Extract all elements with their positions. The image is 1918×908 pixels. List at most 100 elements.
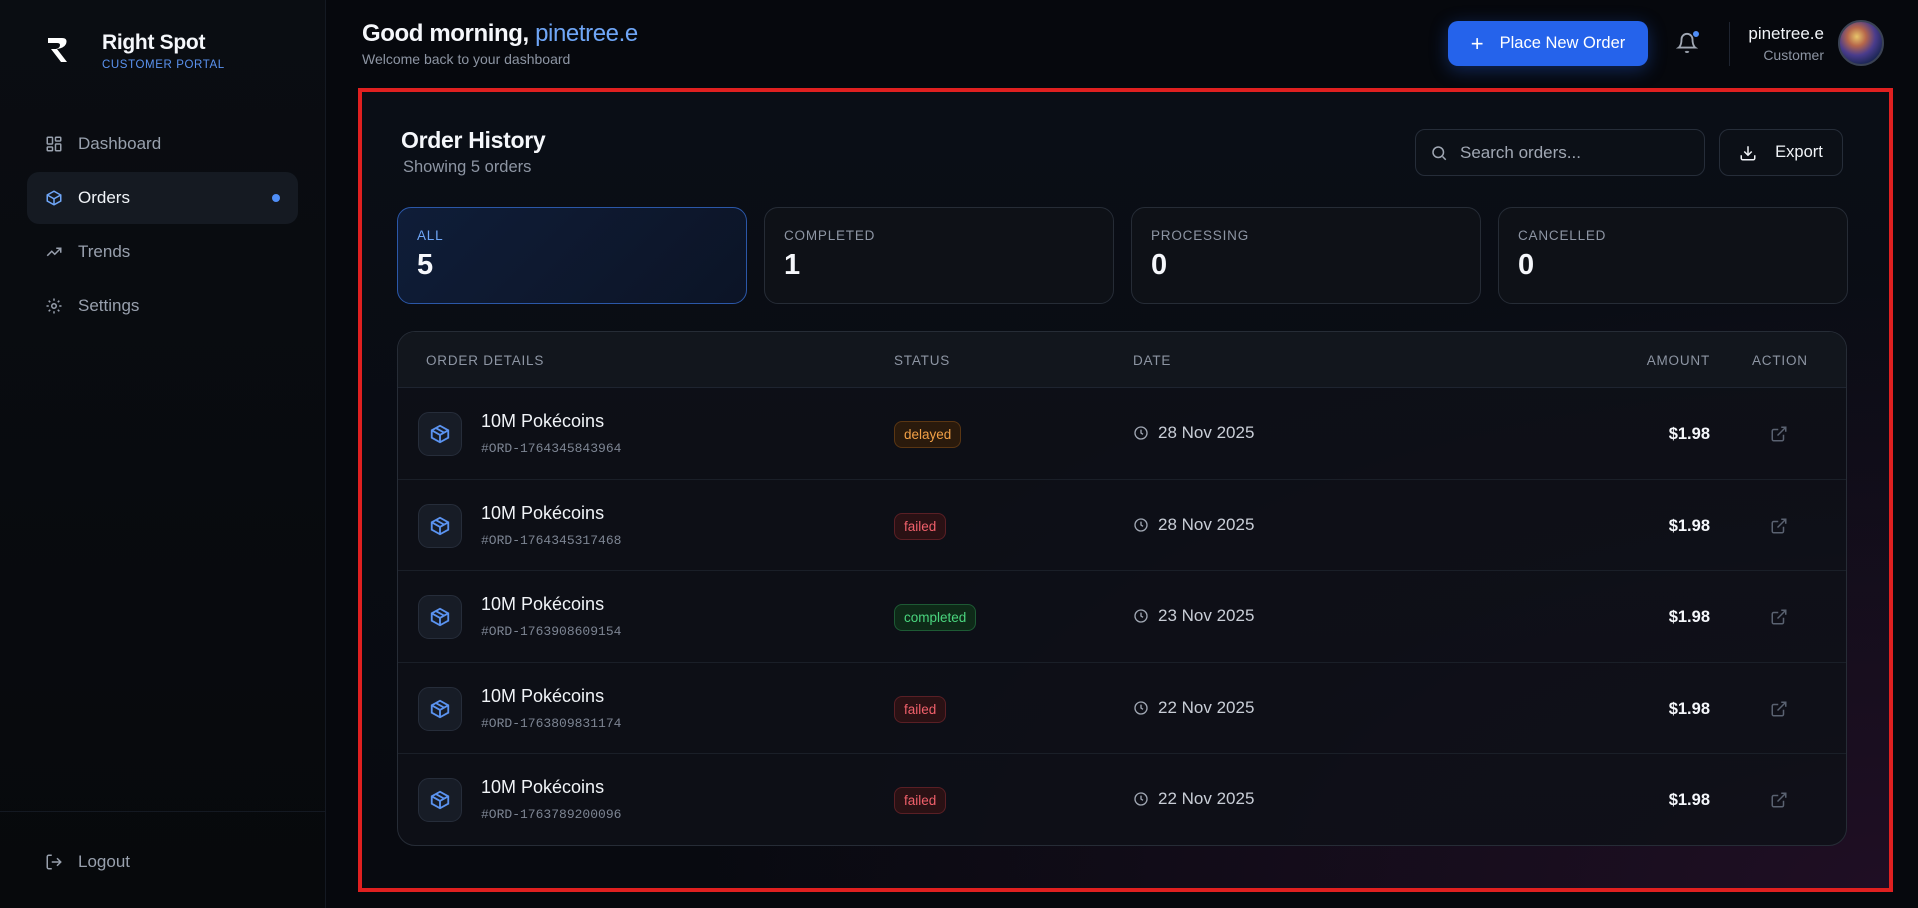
sidebar-item-trends[interactable]: Trends [27,226,298,278]
clock-icon [1134,517,1148,532]
status-badge: completed [894,604,977,631]
sidebar-item-label: Orders [78,188,130,207]
package-icon [418,686,462,731]
logout-button[interactable]: Logout [45,852,130,872]
column-header-action: ACTION [1752,353,1808,368]
clock-icon [1134,792,1148,806]
sidebar-nav: Dashboard Orders Trends Settings [27,118,298,334]
logout-label: Logout [78,852,130,871]
external-link-icon[interactable] [1770,425,1788,443]
brand-name: Right Spot [102,31,206,54]
order-amount: $1.98 [1668,425,1710,443]
column-header-amount[interactable]: AMOUNT [1647,353,1710,368]
order-date: 22 Nov 2025 [1133,789,1254,809]
filter-tab-all[interactable]: ALL 5 [397,207,747,304]
external-link-icon[interactable] [1770,791,1788,809]
status-badge: failed [894,695,947,723]
brand[interactable]: Right Spot CUSTOMER PORTAL [42,30,225,71]
trend-up-icon [46,247,62,257]
order-amount: $1.98 [1668,699,1710,718]
table-row[interactable]: 10M Pokécoins #ORD-1763908609154 complet… [398,571,1846,663]
order-id: #ORD-1763908609154 [481,624,622,639]
place-new-order-label: Place New Order [1499,34,1626,52]
gear-icon [46,298,62,314]
column-header-status[interactable]: STATUS [894,353,950,368]
external-link-icon[interactable] [1770,517,1788,535]
order-id: #ORD-1763809831174 [481,715,622,731]
status-badge: delayed [894,421,962,448]
user-info[interactable]: pinetree.e Customer [1748,24,1824,63]
user-role: Customer [1763,47,1824,63]
table-header: ORDER DETAILS STATUS DATE AMOUNT ACTION [398,332,1846,388]
table-row[interactable]: 10M Pokécoins #ORD-1764345317468 failed … [398,480,1846,571]
order-id: #ORD-1764345843964 [481,441,622,456]
search-box[interactable] [1415,129,1705,176]
place-new-order-button[interactable]: + Place New Order [1448,21,1648,66]
user-name: pinetree.e [1748,24,1824,43]
filter-tab-count: 0 [1151,249,1168,281]
sidebar-item-settings[interactable]: Settings [27,280,298,332]
plus-icon: + [1470,30,1484,56]
order-item-name: 10M Pokécoins [481,777,605,797]
clock-icon [1134,426,1148,440]
export-label: Export [1775,143,1823,161]
filter-tab-label: CANCELLED [1518,228,1607,243]
brand-subtitle: CUSTOMER PORTAL [102,59,225,71]
order-item-name: 10M Pokécoins [481,685,605,706]
package-icon [418,503,462,548]
column-header-details[interactable]: ORDER DETAILS [426,353,544,368]
header-divider [1729,22,1730,66]
order-date: 22 Nov 2025 [1133,698,1254,718]
order-id: #ORD-1764345317468 [481,532,622,548]
orders-count: Showing 5 orders [403,158,532,176]
export-button[interactable]: Export [1719,129,1843,176]
download-icon [1740,145,1756,160]
order-date-text: 22 Nov 2025 [1158,789,1255,808]
notification-dot [1692,30,1700,38]
order-amount: $1.98 [1668,791,1710,809]
greeting-subtitle: Welcome back to your dashboard [362,51,571,67]
filter-tab-count: 1 [784,249,801,281]
orders-table: ORDER DETAILS STATUS DATE AMOUNT ACTION … [397,331,1847,846]
filter-tab-label: PROCESSING [1151,228,1250,243]
greeting-text: Good morning, [362,20,529,47]
status-badge: failed [894,787,947,814]
external-link-icon[interactable] [1770,608,1788,626]
logout-icon [46,854,62,870]
greeting: Good morning, pinetree.e Welcome back to… [362,20,638,67]
filter-tab-completed[interactable]: COMPLETED 1 [764,207,1114,304]
order-item-name: 10M Pokécoins [481,411,605,431]
order-date: 28 Nov 2025 [1133,423,1254,443]
greeting-username: pinetree.e [535,20,638,47]
status-filter-tabs: ALL 5 COMPLETED 1 PROCESSING 0 CANCELLED… [397,207,1865,304]
package-icon [46,190,62,206]
package-icon [418,778,462,822]
order-amount: $1.98 [1668,516,1710,535]
column-header-date[interactable]: DATE [1133,353,1171,368]
grid-icon [46,136,62,152]
order-date-text: 22 Nov 2025 [1158,697,1255,717]
filter-tab-label: COMPLETED [784,228,876,243]
avatar[interactable] [1838,20,1884,66]
order-item-name: 10M Pokécoins [481,502,605,523]
status-badge: failed [894,512,947,540]
sidebar: Right Spot CUSTOMER PORTAL Dashboard Ord… [0,0,326,908]
filter-tab-count: 5 [417,249,434,281]
filter-tab-processing[interactable]: PROCESSING 0 [1131,207,1481,304]
package-icon [418,595,462,639]
order-date: 28 Nov 2025 [1133,515,1254,535]
order-date-text: 23 Nov 2025 [1158,606,1255,625]
clock-icon [1134,700,1148,715]
table-row[interactable]: 10M Pokécoins #ORD-1764345843964 delayed… [398,388,1846,480]
external-link-icon[interactable] [1770,700,1788,718]
order-date-text: 28 Nov 2025 [1158,514,1255,534]
table-row[interactable]: 10M Pokécoins #ORD-1763809831174 failed … [398,663,1846,754]
sidebar-item-dashboard[interactable]: Dashboard [27,118,298,170]
filter-tab-cancelled[interactable]: CANCELLED 0 [1498,207,1848,304]
order-item-name: 10M Pokécoins [481,594,605,614]
sidebar-item-label: Settings [78,296,140,315]
table-row[interactable]: 10M Pokécoins #ORD-1763789200096 failed … [398,754,1846,845]
sidebar-item-orders[interactable]: Orders [27,172,298,224]
greeting-title: Good morning, pinetree.e [362,20,638,48]
search-input[interactable] [1460,142,1690,163]
